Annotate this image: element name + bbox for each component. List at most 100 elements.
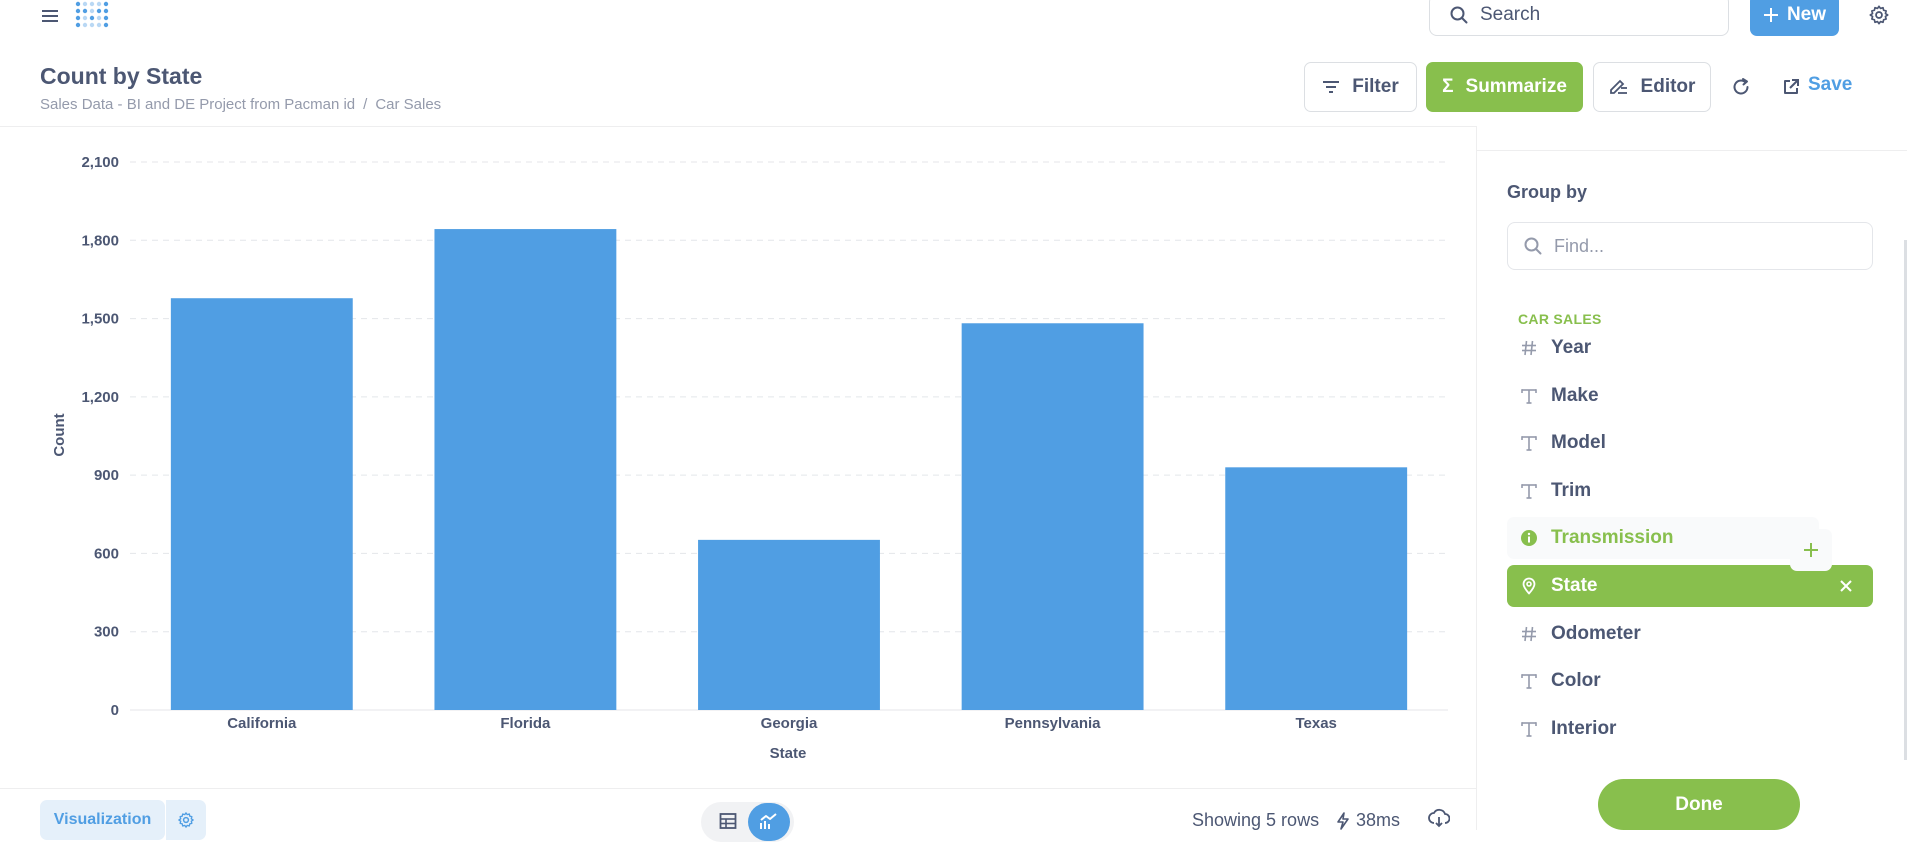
x-tick-label: California [227,715,297,732]
row-count: Showing 5 rows [1192,810,1320,830]
column-item-state[interactable]: State [1507,565,1873,607]
query-timing-value: 38ms [1356,810,1401,830]
table-section-label: CAR SALES [1518,311,1602,327]
menu-icon[interactable] [38,4,62,28]
column-label: State [1551,575,1598,596]
column-item-color[interactable]: Color [1507,660,1873,702]
column-item-make[interactable]: Make [1507,375,1873,417]
pencil-icon [1609,79,1627,94]
column-label: Year [1551,337,1592,358]
y-tick-label: 1,200 [81,389,119,406]
filter-button-label: Filter [1352,76,1399,97]
x-tick-label: Pennsylvania [1005,715,1102,732]
sidebar-divider [1477,150,1907,151]
summarize-button[interactable]: Σ Summarize [1426,62,1583,112]
gear-icon[interactable] [1866,2,1892,28]
find-placeholder: Find... [1554,235,1605,256]
column-label: Odometer [1551,622,1641,644]
text-icon [1507,482,1551,500]
bolt-icon [1337,811,1349,830]
text-icon [1507,434,1551,452]
column-item-trim[interactable]: Trim [1507,470,1873,512]
visualization-settings-button[interactable] [166,800,206,840]
column-label: Model [1551,432,1606,454]
done-button[interactable]: Done [1598,779,1800,830]
column-item-transmission[interactable]: Transmission [1507,517,1819,560]
breadcrumb: Sales Data - BI and DE Project from Pacm… [40,96,441,113]
x-tick-labels: California Florida Georgia Pennsylvania Texa… [227,715,1337,732]
column-label: Trim [1551,479,1592,501]
y-tick-label: 300 [94,624,119,641]
y-tick-label: 1,500 [81,311,119,328]
chart-view-icon[interactable] [748,803,790,841]
remove-grouping-icon[interactable] [1839,565,1853,607]
page-title[interactable]: Count by State [40,63,202,90]
visualization-button[interactable]: Visualization [40,800,165,840]
summarize-sidebar: Group by Find... CAR SALES Year Make Model… [1476,126,1907,830]
column-item-year[interactable]: Year [1507,327,1873,369]
column-label: Make [1551,384,1599,406]
bar-georgia[interactable] [698,539,880,710]
x-tick-label: Georgia [761,715,818,732]
location-icon [1507,577,1551,595]
breadcrumb-collection[interactable]: Sales Data - BI and DE Project from Pacm… [40,96,355,113]
metabase-logo-icon[interactable] [74,0,112,30]
column-label: Color [1551,670,1601,692]
y-axis-title: Count [51,413,68,456]
chart-bars [170,229,1408,710]
group-by-title: Group by [1507,182,1587,202]
share-icon[interactable] [1778,74,1804,100]
gear-icon [178,812,194,828]
x-tick-label: Texas [1295,715,1336,732]
bar-pennsylvania[interactable] [961,323,1144,710]
search-input[interactable]: Search [1429,0,1729,36]
search-icon [1450,6,1468,24]
y-tick-label: 600 [94,545,119,562]
search-icon [1524,237,1542,255]
y-tick-label: 1,800 [81,232,119,249]
y-tick-label: 0 [111,702,119,719]
x-axis-title: State [770,745,807,762]
bar-texas[interactable] [1225,467,1408,710]
find-column-input[interactable]: Find... [1507,222,1873,270]
column-item-model[interactable]: Model [1507,422,1873,464]
table-view-icon[interactable] [719,812,737,830]
refresh-icon[interactable] [1728,74,1754,100]
add-grouping-button[interactable] [1790,529,1832,571]
editor-button-label: Editor [1640,76,1696,97]
bar-california[interactable] [170,298,353,710]
column-label: Transmission [1551,527,1674,549]
breadcrumb-table[interactable]: Car Sales [375,96,441,113]
new-button-label: New [1786,4,1827,25]
view-toggle [701,802,794,842]
summarize-button-label: Summarize [1465,76,1567,97]
info-icon [1507,529,1551,547]
plus-icon [1763,8,1778,22]
search-placeholder: Search [1480,4,1541,25]
text-icon [1507,720,1551,738]
sigma-icon: Σ [1442,76,1454,97]
y-tick-label: 2,100 [81,154,119,171]
plus-icon [1804,543,1818,557]
query-timing: 38ms [1336,810,1400,831]
text-icon [1507,672,1551,690]
top-nav: Search New [0,0,1907,40]
x-tick-label: Florida [500,715,551,732]
editor-button[interactable]: Editor [1593,62,1711,112]
breadcrumb-separator: / [363,96,368,113]
column-item-interior[interactable]: Interior [1507,708,1873,750]
filter-button[interactable]: Filter [1304,62,1417,112]
text-icon [1507,387,1551,405]
column-item-odometer[interactable]: Odometer [1507,613,1873,655]
number-icon [1507,339,1551,357]
number-icon [1507,625,1551,643]
new-button[interactable]: New [1750,0,1839,36]
bar-chart: 0 300 600 900 1,200 1,500 1,800 2,100 Californi… [51,154,1448,762]
y-tick-label: 900 [94,467,119,484]
save-button[interactable]: Save [1808,74,1852,96]
y-tick-labels: 0 300 600 900 1,200 1,500 1,800 2,100 [81,154,119,719]
column-label: Interior [1551,717,1617,739]
download-icon[interactable] [1428,808,1450,828]
filter-icon [1323,81,1340,93]
bar-florida[interactable] [434,229,617,710]
